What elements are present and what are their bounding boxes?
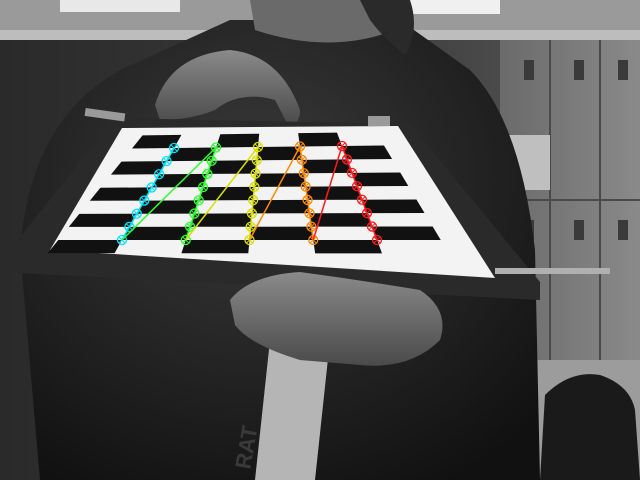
clip-rail [495, 268, 610, 274]
checker-square [249, 226, 314, 240]
clip-top-right [368, 116, 390, 126]
camera-frame: RAT [0, 0, 640, 480]
checker-square [190, 213, 252, 227]
checker-square [251, 199, 310, 214]
checker-square [372, 226, 441, 240]
checker-square [207, 160, 257, 174]
ceiling-light [60, 0, 180, 12]
checker-square [256, 146, 302, 161]
checker-square [313, 240, 382, 254]
checker-square [181, 240, 250, 254]
checker-square [216, 133, 260, 148]
checker-square [47, 240, 122, 254]
checker-square [68, 213, 137, 227]
checker-square [122, 226, 191, 240]
